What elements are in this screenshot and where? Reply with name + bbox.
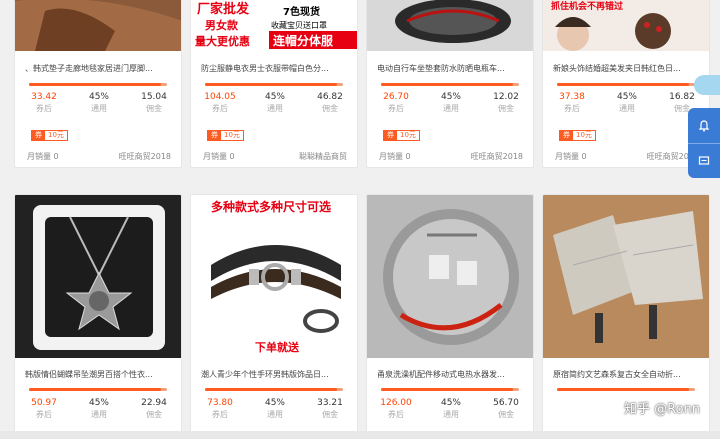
commission-amount: 33.21 xyxy=(317,398,343,408)
shop-name[interactable]: 旺旺商贸2018 xyxy=(471,151,523,162)
product-title[interactable]: 韩版情侣蝴蝶吊坠潮男百搭个性衣... xyxy=(25,369,173,380)
product-title[interactable]: 新娘头饰结婚超美发夹日韩红色日... xyxy=(553,63,701,74)
monthly-sales: 月销量 0 xyxy=(555,152,587,161)
sales-progress-bar xyxy=(29,83,167,86)
product-footer: 月销量 0 旺旺商贸2018 xyxy=(555,151,699,162)
product-image[interactable]: 抓住机会不再错过 xyxy=(543,0,709,51)
bell-icon[interactable] xyxy=(688,108,720,143)
svg-text:7色现货: 7色现货 xyxy=(283,5,320,18)
product-stats: 37.38 券后 45% 通用 16.82 佣金 xyxy=(543,91,709,117)
product-title[interactable]: 甬泉洗澡机配件移动式电热水器发... xyxy=(377,369,525,380)
bracelet-image: 多种款式多种尺寸可选 下单就送 xyxy=(191,195,357,358)
commission-amount: 46.82 xyxy=(317,92,343,102)
product-image[interactable]: 多种款式多种尺寸可选 下单就送 xyxy=(191,195,357,358)
product-card[interactable]: 厂家批发 男女款 量大更优惠 7色现货 收藏宝贝送口罩 连帽分体服 防尘服静电衣… xyxy=(190,0,358,168)
product-image[interactable] xyxy=(367,0,533,51)
banner-text: 多种款式多种尺寸可选 xyxy=(211,199,331,214)
commission-rate: 45% xyxy=(88,92,109,102)
product-image[interactable]: 厂家批发 男女款 量大更优惠 7色现货 收藏宝贝送口罩 连帽分体服 xyxy=(191,0,357,51)
price-after-coupon: 26.70 xyxy=(383,92,409,102)
coupon-badge[interactable]: 券 10元 xyxy=(383,130,420,141)
hair-accessory-image: 抓住机会不再错过 xyxy=(543,0,709,51)
product-title[interactable]: 原宿简约文艺森系复古女全自动折... xyxy=(553,369,701,380)
product-title[interactable]: 电动自行车坐垫套防水防晒电瓶车... xyxy=(377,63,525,74)
chat-icon[interactable] xyxy=(688,143,720,178)
watermark: 知乎 @Ronn xyxy=(623,402,700,417)
protective-suit-banner: 厂家批发 男女款 量大更优惠 7色现货 收藏宝贝送口罩 连帽分体服 xyxy=(191,0,357,51)
sales-progress-bar xyxy=(205,83,343,86)
price-after-coupon: 104.05 xyxy=(204,92,236,102)
price-after-coupon: 126.00 xyxy=(380,398,412,408)
product-grid: 、韩式垫子走廊地毯家居进门厚脚... 33.42 券后 45% 通用 15.04 佣金… xyxy=(0,0,720,439)
monthly-sales: 月销量 0 xyxy=(203,152,235,161)
product-image[interactable] xyxy=(15,0,181,51)
price-after-coupon: 37.38 xyxy=(559,92,585,102)
product-footer: 月销量 0 聪聪精品商贸 xyxy=(203,151,347,162)
svg-text:男女款: 男女款 xyxy=(205,18,239,32)
mascot-icon[interactable] xyxy=(694,75,720,95)
product-image[interactable] xyxy=(543,195,709,358)
product-stats: 26.70 券后 45% 通用 12.02 佣金 xyxy=(367,91,533,117)
svg-text:连帽分体服: 连帽分体服 xyxy=(273,33,334,48)
coupon-badge[interactable]: 券 10元 xyxy=(207,130,244,141)
product-card[interactable]: 电动自行车坐垫套防水防晒电瓶车... 26.70 券后 45% 通用 12.02 佣金… xyxy=(366,0,534,168)
coupon-badge[interactable]: 券 10元 xyxy=(31,130,68,141)
rug-image xyxy=(15,0,181,51)
product-card[interactable]: 、韩式垫子走廊地毯家居进门厚脚... 33.42 券后 45% 通用 15.04 佣金… xyxy=(14,0,182,168)
seat-cover-image xyxy=(367,0,533,51)
umbrella-image xyxy=(543,195,709,358)
commission-amount: 15.04 xyxy=(141,92,167,102)
commission-rate: 45% xyxy=(264,398,285,408)
floating-sidebar xyxy=(688,108,720,178)
product-footer: 月销量 0 旺旺商贸2018 xyxy=(379,151,523,162)
product-title[interactable]: 潮人青少年个性手环男韩版饰品日... xyxy=(201,369,349,380)
bottom-strip xyxy=(0,431,720,439)
price-after-coupon: 33.42 xyxy=(31,92,57,102)
product-stats: 73.80 券后 45% 通用 33.21 佣金 xyxy=(191,397,357,423)
price-after-coupon: 50.97 xyxy=(31,398,57,408)
commission-rate: 45% xyxy=(440,92,461,102)
svg-text:收藏宝贝送口罩: 收藏宝贝送口罩 xyxy=(271,20,327,30)
sales-progress-bar xyxy=(381,388,519,391)
product-stats: 33.42 券后 45% 通用 15.04 佣金 xyxy=(15,91,181,117)
coupon-badge[interactable]: 券 10元 xyxy=(559,130,596,141)
product-title[interactable]: 、韩式垫子走廊地毯家居进门厚脚... xyxy=(25,63,173,74)
product-card[interactable]: 韩版情侣蝴蝶吊坠潮男百搭个性衣... 50.97 券后 45% 通用 22.94 佣金 xyxy=(14,194,182,439)
commission-rate: 45% xyxy=(88,398,109,408)
sales-progress-bar xyxy=(205,388,343,391)
price-after-coupon: 73.80 xyxy=(207,398,233,408)
commission-amount: 56.70 xyxy=(493,398,519,408)
product-stats: 104.05 券后 45% 通用 46.82 佣金 xyxy=(191,91,357,117)
product-title[interactable]: 防尘服静电衣男士衣服带帽白色分... xyxy=(201,63,349,74)
commission-amount: 22.94 xyxy=(141,398,167,408)
heater-part-image xyxy=(367,195,533,358)
product-stats: 50.97 券后 45% 通用 22.94 佣金 xyxy=(15,397,181,423)
monthly-sales: 月销量 0 xyxy=(379,152,411,161)
shop-name[interactable]: 旺旺商贸2018 xyxy=(119,151,171,162)
product-image[interactable] xyxy=(367,195,533,358)
pendant-image xyxy=(15,195,181,358)
commission-rate: 45% xyxy=(440,398,461,408)
sales-progress-bar xyxy=(557,83,695,86)
product-image[interactable] xyxy=(15,195,181,358)
banner-text: 下单就送 xyxy=(255,340,300,354)
commission-rate: 45% xyxy=(616,92,637,102)
sales-progress-bar xyxy=(29,388,167,391)
svg-text:厂家批发: 厂家批发 xyxy=(197,1,250,17)
banner-text: 抓住机会不再错过 xyxy=(551,0,623,12)
product-footer: 月销量 0 旺旺商贸2018 xyxy=(27,151,171,162)
sales-progress-bar xyxy=(557,388,695,391)
monthly-sales: 月销量 0 xyxy=(27,152,59,161)
commission-amount: 12.02 xyxy=(493,92,519,102)
product-card[interactable]: 多种款式多种尺寸可选 下单就送 潮人青少年个性手环男韩版饰品日... 73.80… xyxy=(190,194,358,439)
shop-name[interactable]: 聪聪精品商贸 xyxy=(299,151,347,162)
product-card[interactable]: 抓住机会不再错过 新娘头饰结婚超美发夹日韩红色日... 37.38 券后 45% 通… xyxy=(542,0,710,168)
sales-progress-bar xyxy=(381,83,519,86)
product-stats: 126.00 券后 45% 通用 56.70 佣金 xyxy=(367,397,533,423)
commission-rate: 45% xyxy=(264,92,285,102)
svg-text:量大更优惠: 量大更优惠 xyxy=(195,34,250,48)
product-card[interactable]: 甬泉洗澡机配件移动式电热水器发... 126.00 券后 45% 通用 56.70 佣… xyxy=(366,194,534,439)
